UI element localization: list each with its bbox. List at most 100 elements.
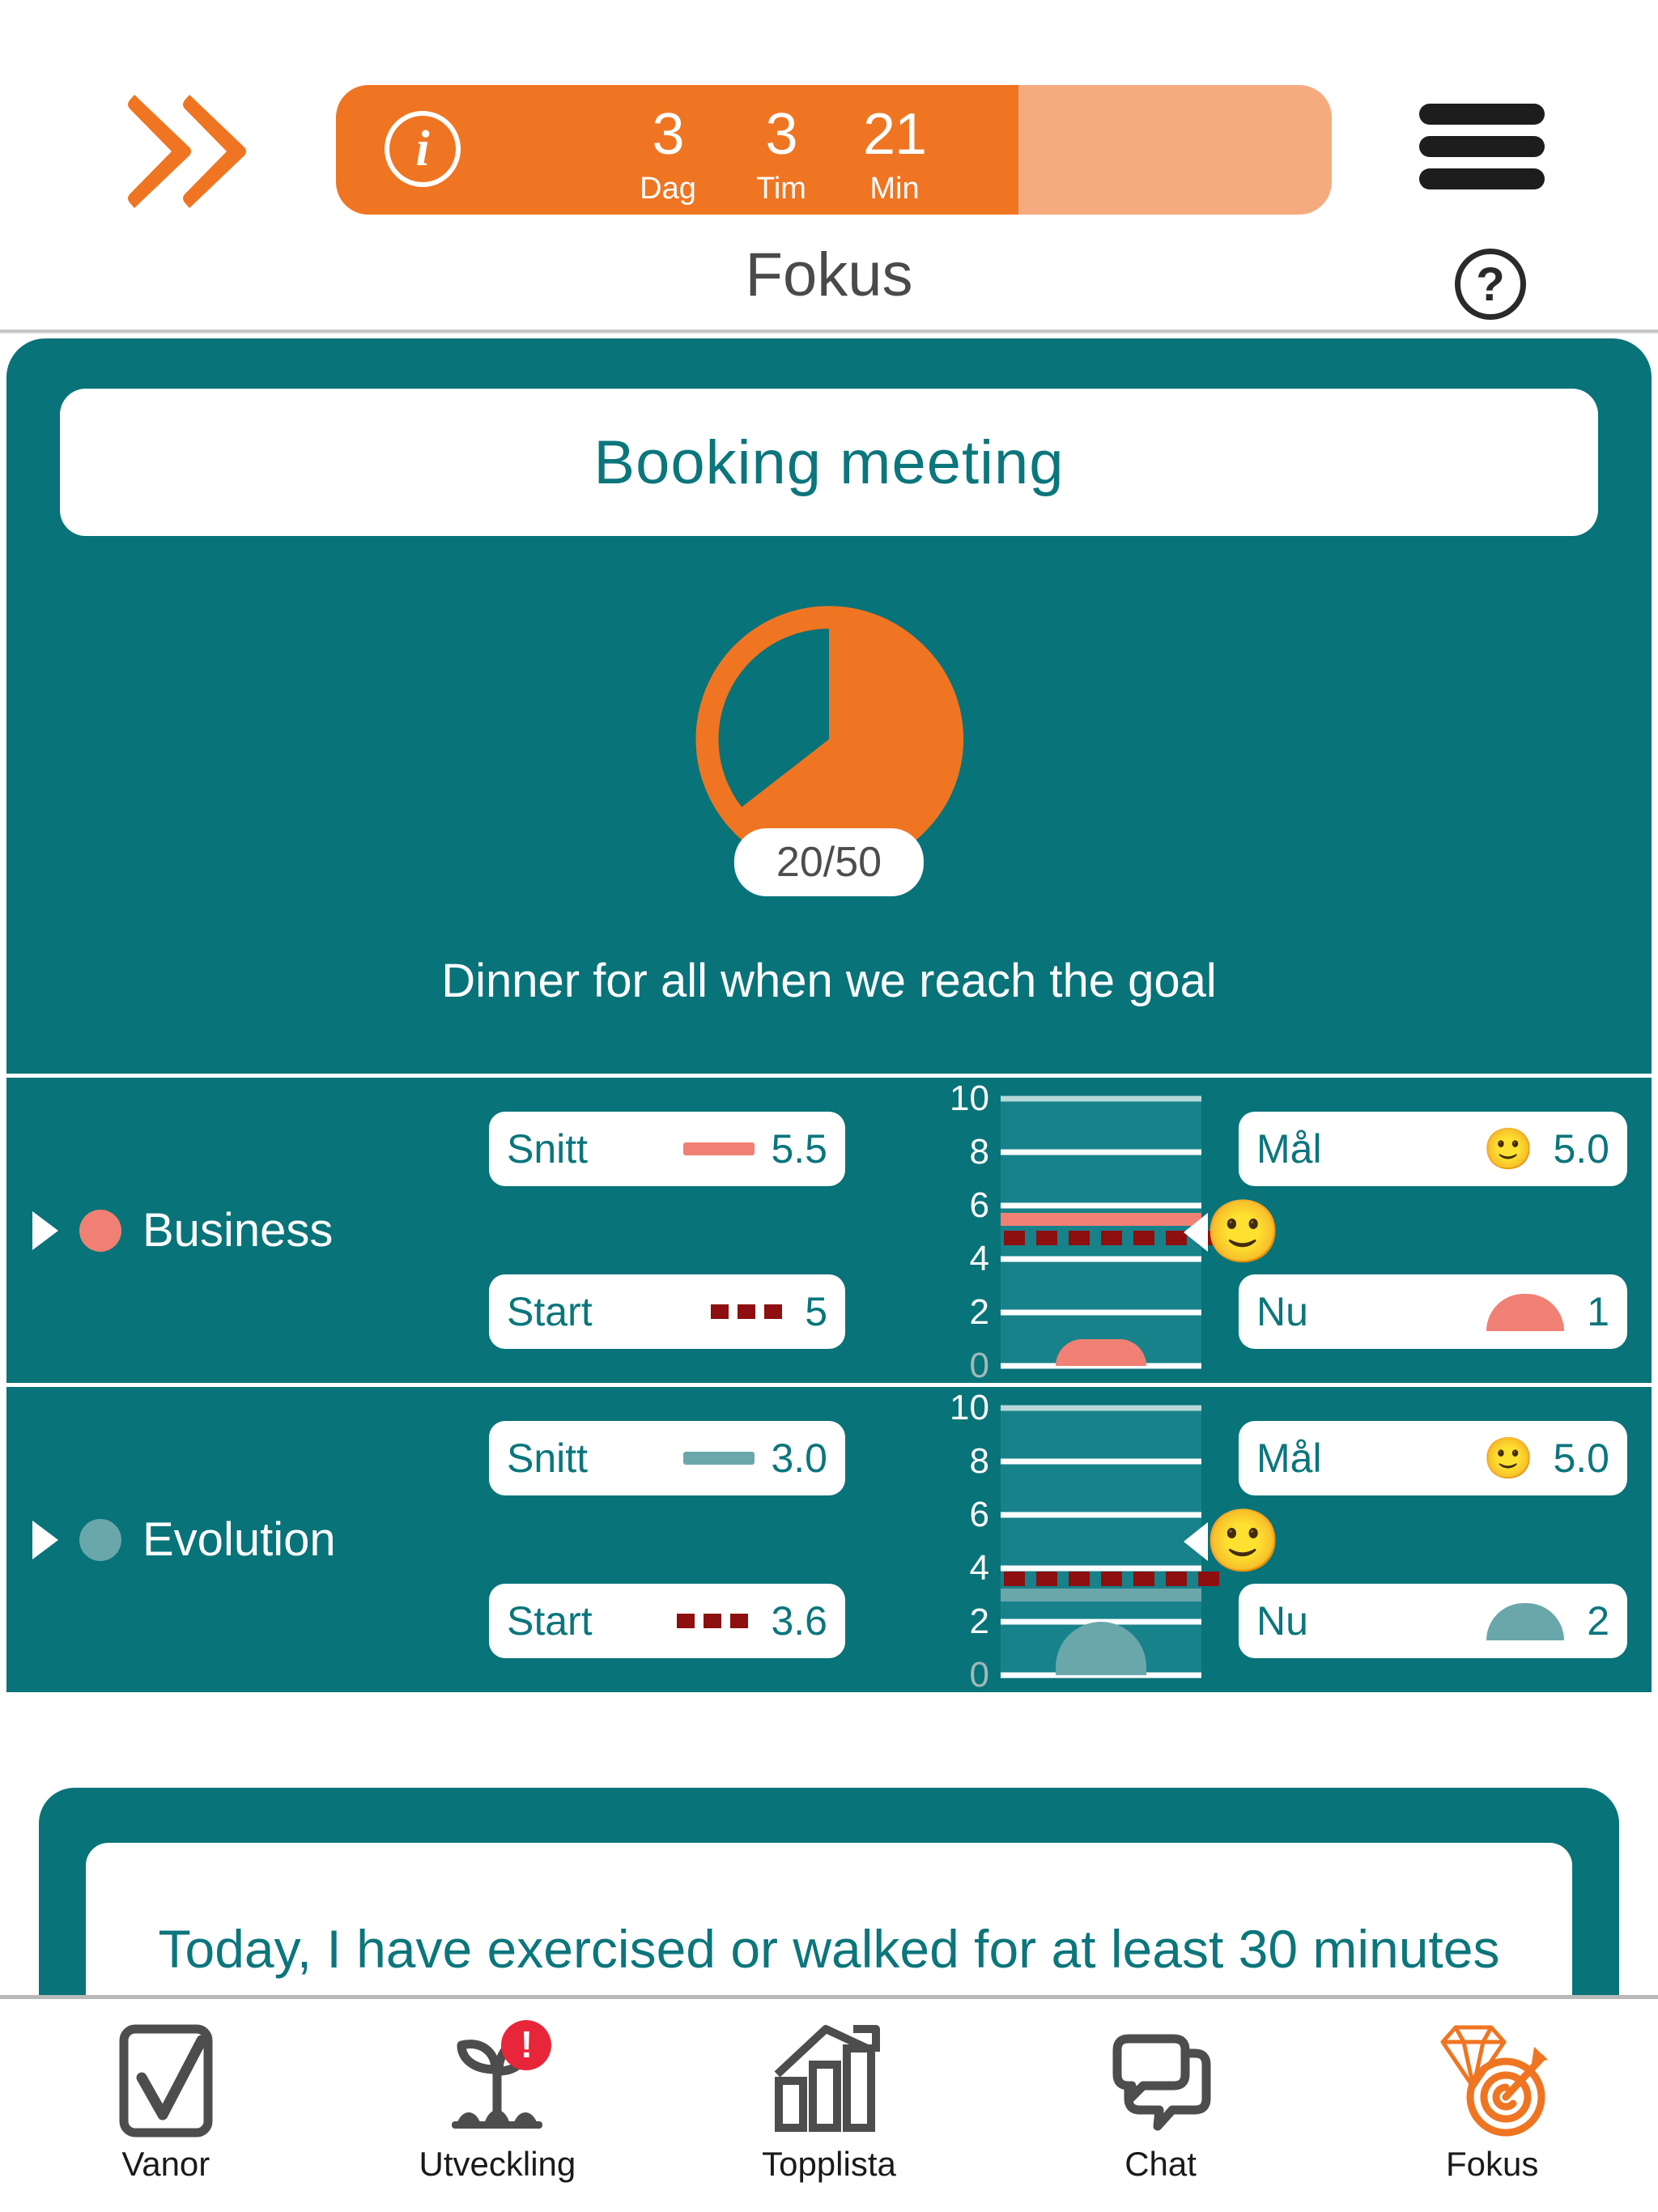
header-divider [0,329,1658,334]
now-label: Nu [1256,1598,1308,1644]
metric-mini-chart-business: 10 8 6 4 2 0 🙂 [916,1078,1282,1385]
hamburger-bar [1419,104,1545,125]
nav-item-topplista[interactable]: Topplista [663,1999,995,2212]
gridline [1001,1565,1201,1572]
countdown-units: 3 Dag 3 Tim 21 Min [611,100,951,206]
goal-pill-evolution[interactable]: Mål 🙂 5.0 [1239,1421,1627,1495]
info-circle-icon[interactable]: i [385,111,461,187]
nav-item-vanor[interactable]: Vanor [0,1999,332,2212]
countdown-days-label: Dag [640,172,696,206]
gridline [1001,1202,1201,1209]
caret-right-icon[interactable] [32,1520,58,1559]
start-value: 5 [805,1289,827,1334]
gridline [1001,1149,1201,1155]
avg-line-swatch-icon [683,1452,755,1465]
countdown-hours-label: Tim [756,172,806,206]
y-tick: 6 [969,1185,989,1225]
countdown-minutes-label: Min [869,172,920,206]
nav-item-utveckling[interactable]: ! Utveckling [332,1999,664,2212]
habit-text: Today, I have exercised or walked for at… [158,1919,1500,1979]
now-pill-business[interactable]: Nu 1 [1239,1274,1627,1349]
now-value: 1 [1587,1289,1609,1334]
goal-pill-business[interactable]: Mål 🙂 5.0 [1239,1112,1627,1186]
focus-goal-card: Booking meeting 20/50 Dinner for all whe… [6,338,1652,1074]
countdown-hours-value: 3 [765,102,797,167]
caret-right-icon[interactable] [32,1210,58,1250]
top-bar: i 3 Dag 3 Tim 21 Min Fokus ? [0,0,1658,334]
now-pill-evolution[interactable]: Nu 2 [1239,1584,1627,1658]
y-tick: 4 [969,1239,989,1278]
nav-label: Topplista [762,2145,896,2183]
table-row[interactable]: Business Snitt 5.5 Start 5 10 8 6 4 2 0 … [6,1074,1652,1385]
gridline [1001,1405,1201,1411]
y-tick: 0 [969,1655,989,1695]
y-tick: 4 [969,1548,989,1588]
start-pill-business[interactable]: Start 5 [489,1274,845,1349]
start-pill-evolution[interactable]: Start 3.6 [489,1584,845,1658]
goal-title-box[interactable]: Booking meeting [60,389,1598,536]
metric-mini-chart-evolution: 10 8 6 4 2 0 🙂 [916,1387,1282,1693]
metric-left-pills-evolution: Snitt 3.0 Start 3.6 [489,1387,845,1692]
y-tick: 2 [969,1292,989,1332]
start-dashed-swatch-icon [677,1614,749,1628]
avg-value: 3.0 [771,1436,827,1481]
metric-name: Business [142,1204,334,1257]
question-circle-icon[interactable]: ? [1455,249,1526,320]
start-label: Start [507,1289,593,1334]
gridline [1001,1458,1201,1465]
y-tick: 2 [969,1602,989,1641]
metric-left-pills-business: Snitt 5.5 Start 5 [489,1078,845,1383]
sprout-icon: ! [436,2020,558,2142]
y-tick: 0 [969,1346,989,1385]
nav-item-chat[interactable]: Chat [995,1999,1327,2212]
y-tick: 6 [969,1495,989,1534]
avg-line-swatch-icon [683,1142,755,1155]
start-label: Start [507,1598,593,1644]
avg-label: Snitt [507,1436,589,1481]
y-tick: 10 [950,1078,989,1118]
app-logo[interactable] [121,91,251,212]
now-bar-swatch-icon [1486,1603,1565,1640]
goal-value: 5.0 [1553,1126,1609,1172]
now-bar [1056,1622,1146,1675]
metric-right-pills-business: Mål 🙂 5.0 Nu 1 [1239,1078,1627,1383]
countdown-days-value: 3 [652,102,684,167]
metric-right-pills-evolution: Mål 🙂 5.0 Nu 2 [1239,1387,1627,1692]
alert-badge: ! [501,2020,552,2070]
goal-title: Booking meeting [593,428,1065,497]
start-dashed-swatch-icon [711,1304,783,1319]
avg-pill-evolution[interactable]: Snitt 3.0 [489,1421,845,1495]
metric-color-dot [79,1209,121,1252]
metric-row-header-business[interactable]: Business [6,1078,476,1383]
avg-pill-business[interactable]: Snitt 5.5 [489,1112,845,1186]
mini-chart-y-axis: 10 8 6 4 2 0 [916,1390,989,1693]
gridline [1001,1309,1201,1316]
y-tick: 8 [969,1441,989,1481]
metric-color-dot [79,1518,121,1561]
goal-label: Mål [1256,1126,1322,1172]
table-row[interactable]: Evolution Snitt 3.0 Start 3.6 10 8 6 4 2… [6,1383,1652,1693]
checkbox-phone-icon [105,2020,227,2142]
goal-progress-label: 20/50 [733,828,925,896]
hamburger-bar [1419,168,1545,189]
avg-label: Snitt [507,1126,589,1172]
hamburger-menu-icon[interactable] [1419,104,1545,189]
mini-chart-plot-area [1001,1405,1222,1678]
goal-label: Mål [1256,1436,1322,1481]
nav-label: Utveckling [419,2145,576,2183]
metric-name: Evolution [142,1513,336,1566]
avg-value: 5.5 [771,1126,827,1172]
countdown-days: 3 Dag [611,100,725,206]
countdown-timer[interactable]: i 3 Dag 3 Tim 21 Min [336,85,1332,215]
now-bar [1056,1339,1146,1366]
nav-label: Chat [1124,2145,1197,2183]
bottom-navigation: Vanor ! Utveckling Topplista Chat Fokus [0,1995,1658,2212]
avg-line [1001,1212,1201,1226]
metric-row-header-evolution[interactable]: Evolution [6,1387,476,1692]
y-tick: 10 [950,1388,989,1427]
page-title: Fokus [745,240,913,309]
hamburger-bar [1419,136,1545,157]
nav-item-fokus[interactable]: Fokus [1326,1999,1658,2212]
avg-line [1001,1589,1201,1602]
metrics-list: Business Snitt 5.5 Start 5 10 8 6 4 2 0 … [6,1074,1652,1693]
